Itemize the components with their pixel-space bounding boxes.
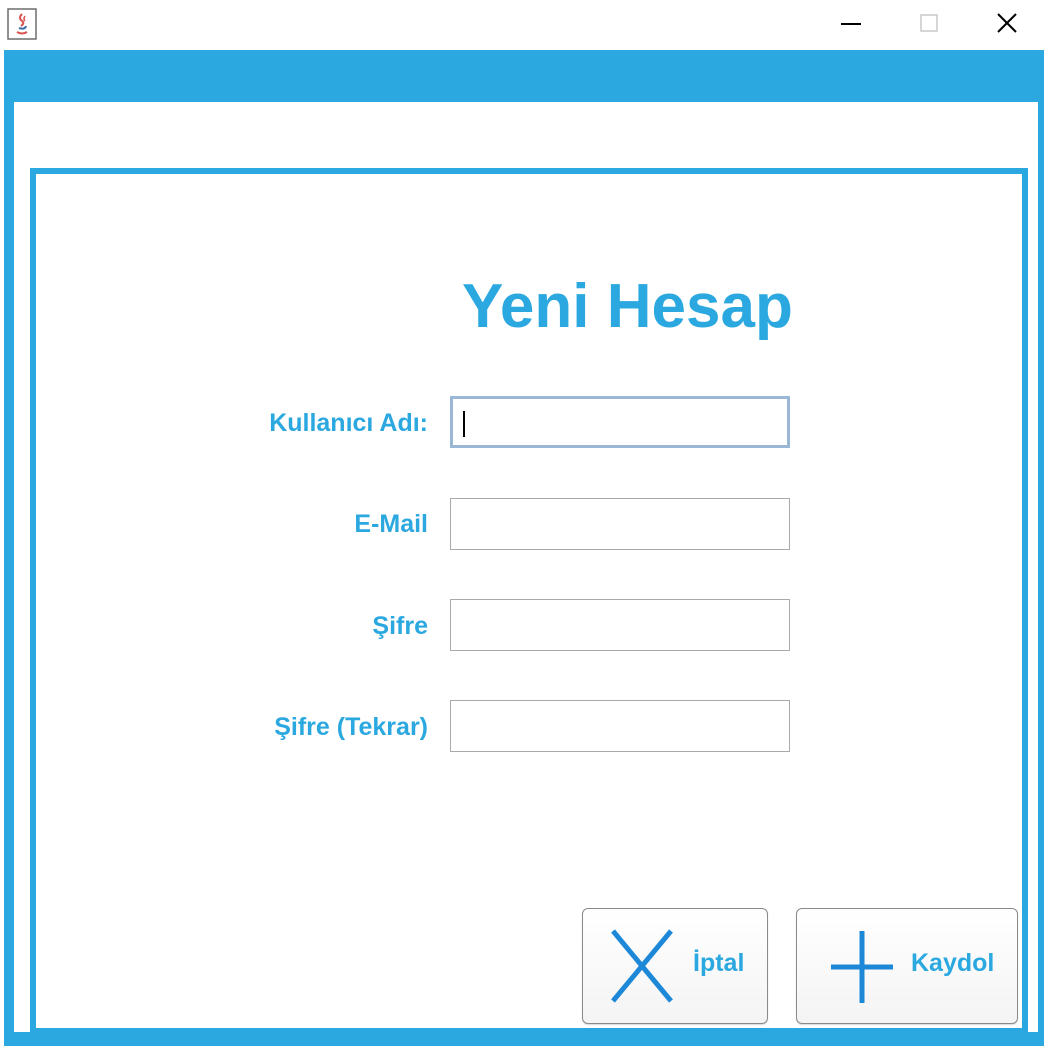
text-caret bbox=[463, 411, 465, 437]
form-panel: Yeni Hesap Kullanıcı Adı: E-Mail Şifre Ş… bbox=[30, 168, 1028, 1034]
password-input[interactable] bbox=[450, 599, 790, 651]
close-icon bbox=[996, 12, 1018, 39]
cancel-button[interactable]: İptal bbox=[582, 908, 768, 1024]
x-icon bbox=[609, 927, 675, 1010]
register-button[interactable]: Kaydol bbox=[796, 908, 1018, 1024]
maximize-button[interactable] bbox=[890, 0, 968, 50]
app-window: Yeni Hesap Kullanıcı Adı: E-Mail Şifre Ş… bbox=[0, 0, 1050, 1050]
outer-panel: Yeni Hesap Kullanıcı Adı: E-Mail Şifre Ş… bbox=[14, 102, 1038, 1034]
minimize-icon bbox=[840, 12, 862, 39]
email-label: E-Mail bbox=[354, 510, 428, 538]
password-label: Şifre bbox=[372, 612, 428, 640]
maximize-icon bbox=[919, 13, 939, 38]
page-title: Yeni Hesap bbox=[462, 272, 793, 341]
username-input[interactable] bbox=[450, 396, 790, 448]
close-window-button[interactable] bbox=[968, 0, 1046, 50]
cancel-button-label: İptal bbox=[693, 949, 745, 977]
java-icon bbox=[7, 8, 37, 40]
username-label: Kullanıcı Adı: bbox=[269, 409, 428, 437]
email-input[interactable] bbox=[450, 498, 790, 550]
window-frame: Yeni Hesap Kullanıcı Adı: E-Mail Şifre Ş… bbox=[4, 50, 1044, 1046]
plus-icon bbox=[829, 929, 895, 1010]
password-repeat-label: Şifre (Tekrar) bbox=[274, 713, 428, 741]
title-bar bbox=[0, 0, 1050, 50]
register-button-label: Kaydol bbox=[911, 949, 995, 977]
password-repeat-input[interactable] bbox=[450, 700, 790, 752]
minimize-button[interactable] bbox=[812, 0, 890, 50]
